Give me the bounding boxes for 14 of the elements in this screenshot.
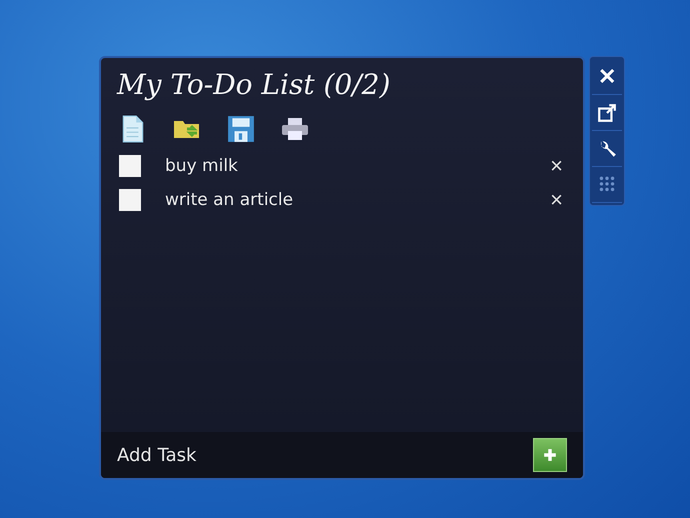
add-task-field[interactable]: Add Task <box>101 432 583 478</box>
remove-button[interactable]: × <box>550 155 563 177</box>
task-text: buy milk <box>165 156 239 176</box>
close-button[interactable]: ✕ <box>592 59 622 95</box>
save-icon[interactable] <box>227 115 255 143</box>
task-text: write an article <box>165 190 294 210</box>
task-checkbox[interactable] <box>119 155 141 177</box>
window-arrow-icon <box>597 102 617 122</box>
task-checkbox[interactable] <box>119 189 141 211</box>
add-button[interactable] <box>533 438 567 472</box>
plus-icon <box>543 448 557 462</box>
remove-button[interactable]: × <box>550 189 563 211</box>
printer-icon[interactable] <box>281 115 309 143</box>
gadget-title: My To-Do List (0/2) <box>116 67 390 101</box>
